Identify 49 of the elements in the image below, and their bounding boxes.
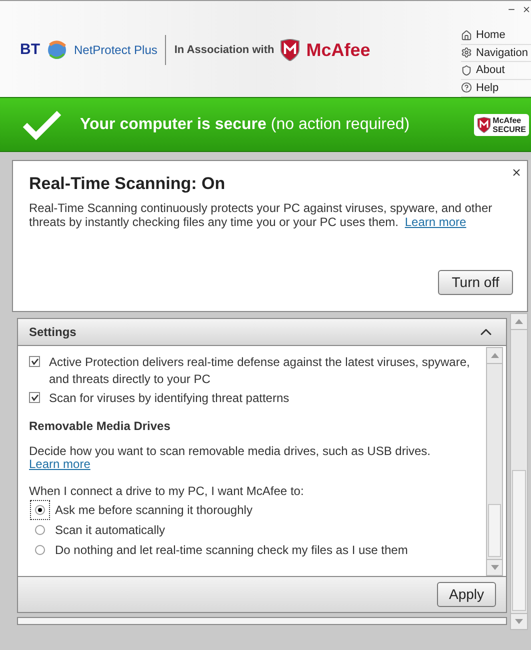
question-text: When I connect a drive to my PC, I want McAfee to: xyxy=(29,483,305,500)
shield-logo-icon xyxy=(280,39,300,61)
shield-logo-icon xyxy=(476,116,491,132)
association-text: In Association with xyxy=(174,42,274,58)
home-icon xyxy=(461,30,472,41)
scroll-up-icon[interactable] xyxy=(515,319,523,324)
close-icon[interactable] xyxy=(522,5,531,14)
radio-label: Do nothing and let real-time scanning check my files as I use them xyxy=(55,542,408,559)
badge-text: SECURE xyxy=(492,124,526,134)
nav-link[interactable]: Home xyxy=(461,27,531,44)
learn-more-link[interactable]: Learn more xyxy=(29,457,90,471)
badge-text: McAfee xyxy=(492,116,522,124)
scrollbar[interactable] xyxy=(486,347,503,576)
checkbox[interactable] xyxy=(29,356,40,367)
product-name: NetProtect Plus xyxy=(74,42,158,59)
radio-button[interactable] xyxy=(35,505,45,515)
settings-title: Settings xyxy=(29,324,76,341)
nav-link[interactable]: Navigation xyxy=(461,44,531,62)
checkbox-label: Active Protection delivers real-time defense against the latest viruses, spyware, and threats directly to your PC xyxy=(49,354,471,388)
status-text: Your computer is secure (no action required) xyxy=(80,114,410,134)
feature-title: Real-Time Scanning: On xyxy=(29,173,226,195)
scroll-down-icon[interactable] xyxy=(490,565,498,570)
feature-description: Real-Time Scanning continuously protects your PC against viruses, spyware, and other threats by instantly checking files any time you or your PC uses them. Learn more xyxy=(29,200,494,228)
checkbox[interactable] xyxy=(29,392,40,403)
gear-icon xyxy=(461,47,472,58)
help-icon xyxy=(461,82,472,94)
radio-button[interactable] xyxy=(35,525,45,535)
checkmark-icon xyxy=(22,110,62,140)
scroll-up-icon[interactable] xyxy=(490,353,498,358)
brand-logo: BT xyxy=(20,40,40,60)
radio-label: Scan it automatically xyxy=(55,522,166,539)
settings-header[interactable]: Settings xyxy=(18,319,506,346)
shield-icon xyxy=(461,64,472,76)
turn-off-button[interactable]: Turn off xyxy=(438,270,513,295)
scroll-thumb[interactable] xyxy=(488,504,501,557)
checkbox-label: Scan for viruses by identifying threat patterns xyxy=(49,390,290,407)
scrollbar[interactable] xyxy=(510,313,528,630)
globe-logo-icon xyxy=(46,39,68,61)
nav-link[interactable]: About xyxy=(461,62,531,80)
apply-button[interactable]: Apply xyxy=(437,582,496,607)
learn-more-link[interactable]: Learn more xyxy=(404,214,466,228)
section-title: Removable Media Drives xyxy=(29,418,172,435)
radio-label: Ask me before scanning it thoroughly xyxy=(55,502,252,519)
radio-button[interactable] xyxy=(35,545,45,555)
partner-logo: McAfee xyxy=(306,38,370,62)
section-description: Decide how you want to scan removable media drives, such as USB drives. Learn more xyxy=(29,445,432,471)
scroll-down-icon[interactable] xyxy=(515,619,523,624)
close-icon[interactable] xyxy=(511,167,522,178)
scroll-thumb[interactable] xyxy=(512,470,526,611)
